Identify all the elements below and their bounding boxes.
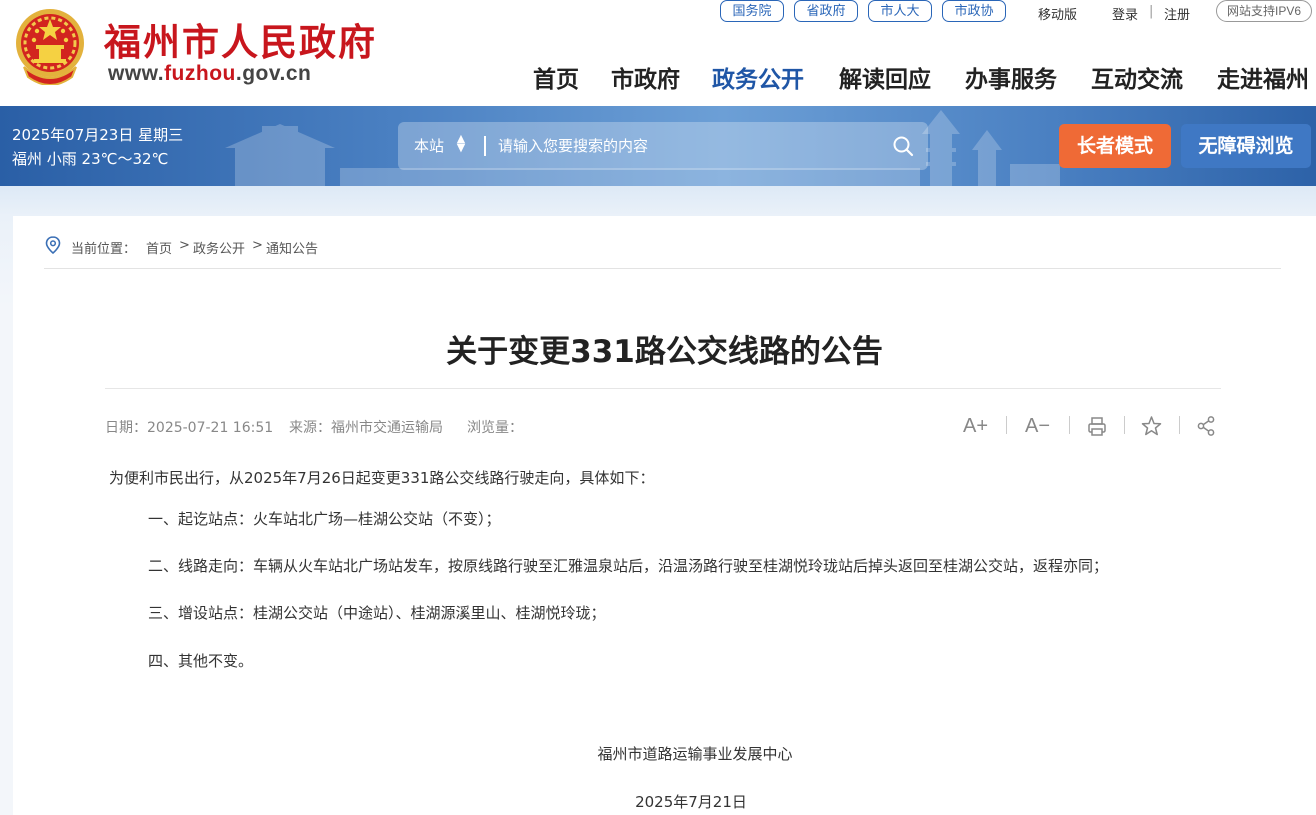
elder-mode-button[interactable]: 长者模式: [1059, 124, 1171, 168]
search-icon[interactable]: [892, 135, 914, 157]
font-decrease-button[interactable]: A−: [1025, 414, 1050, 438]
register-link[interactable]: 注册: [1164, 4, 1190, 23]
mobile-version-link[interactable]: 移动版: [1038, 4, 1077, 23]
article-item-2: 二、线路走向：车辆从火车站北广场站发车，按原线路行驶至汇雅温泉站后，沿温汤路行驶…: [148, 557, 1109, 575]
nav-interpretation[interactable]: 解读回应: [839, 60, 931, 94]
article-date: 日期：2025-07-21 16:51: [105, 417, 273, 437]
search-bar: 本站 ▲ ▼: [398, 122, 928, 170]
font-decrease-label: A−: [1025, 415, 1051, 437]
article-views: 浏览量：: [467, 420, 523, 436]
top-link-state-council[interactable]: 国务院: [720, 0, 784, 22]
search-divider: [484, 136, 486, 156]
breadcrumb-label: 当前位置：: [71, 242, 137, 257]
article-item-3: 三、增设站点：桂湖公交站（中途站）、桂湖源溪里山、桂湖悦玲珑；: [148, 604, 606, 622]
current-date: 2025年07月23日 星期三: [12, 126, 184, 144]
banner: 2025年07月23日 星期三 福州 小雨 23℃～32℃ 本站 ▲▼ 长者模式…: [0, 106, 1316, 186]
star-icon[interactable]: [1141, 414, 1162, 438]
nav-home[interactable]: 首页: [533, 60, 579, 94]
breadcrumb-separator: >: [179, 238, 190, 253]
article-intro: 为便利市民出行，从2025年7月26日起变更331路公交线路行驶走向，具体如下：: [109, 469, 655, 487]
date-value: 2025-07-21 16:51: [147, 420, 274, 436]
login-register-separator: |: [1149, 4, 1154, 19]
ipv6-badge: 网站支持IPV6: [1216, 0, 1312, 22]
weather-info: 福州 小雨 23℃～32℃: [12, 150, 169, 168]
domain-prefix: www.: [108, 62, 165, 85]
tool-separator: [1124, 416, 1125, 434]
domain-highlight: fuzhou: [164, 62, 236, 85]
nav-municipal-gov[interactable]: 市政府: [611, 60, 680, 94]
site-domain: www.fuzhou.gov.cn: [108, 62, 311, 86]
search-scope-select[interactable]: 本站: [414, 135, 444, 156]
breadcrumb-divider: [44, 268, 1281, 269]
tool-separator: [1006, 416, 1007, 434]
search-input[interactable]: [498, 132, 878, 160]
nav-services[interactable]: 办事服务: [965, 60, 1057, 94]
source-value: 福州市交通运输局: [331, 420, 443, 436]
article-title: 关于变更331路公交线路的公告: [446, 334, 883, 370]
article-sign-date: 2025年7月21日: [635, 793, 747, 811]
title-divider: [105, 388, 1221, 389]
nav-interaction[interactable]: 互动交流: [1091, 60, 1183, 94]
article-source: 来源：福州市交通运输局: [289, 417, 443, 437]
article-item-1: 一、起讫站点：火车站北广场—桂湖公交站（不变）；: [148, 510, 501, 528]
font-increase-label: A+: [963, 415, 989, 437]
breadcrumb-gov-affairs[interactable]: 政务公开: [193, 238, 245, 257]
printer-icon[interactable]: [1087, 414, 1107, 438]
source-label: 来源：: [289, 420, 331, 436]
site-header: 福州市人民政府 www.fuzhou.gov.cn 国务院 省政府 市人大 市政…: [0, 0, 1316, 106]
share-icon[interactable]: [1196, 414, 1216, 438]
login-link[interactable]: 登录: [1112, 4, 1138, 23]
site-title[interactable]: 福州市人民政府: [104, 12, 377, 66]
national-emblem-icon[interactable]: [14, 7, 86, 85]
accessibility-button[interactable]: 无障碍浏览: [1181, 124, 1311, 168]
domain-suffix: .gov.cn: [235, 62, 312, 85]
tool-separator: [1179, 416, 1180, 434]
nav-gov-affairs[interactable]: 政务公开: [712, 60, 804, 94]
font-increase-button[interactable]: A+: [963, 414, 988, 438]
article-item-4: 四、其他不变。: [148, 652, 254, 670]
date-label: 日期：: [105, 420, 147, 436]
article-signature: 福州市道路运输事业发展中心: [597, 745, 793, 763]
top-link-cppcc[interactable]: 市政协: [942, 0, 1006, 22]
top-link-municipal-congress[interactable]: 市人大: [868, 0, 932, 22]
nav-about-fuzhou[interactable]: 走进福州: [1217, 60, 1309, 94]
select-arrows-icon[interactable]: ▲ ▼: [456, 133, 466, 153]
tool-separator: [1069, 416, 1070, 434]
breadcrumb-home[interactable]: 首页: [146, 238, 172, 257]
article-container: 当前位置： 首页 > 政务公开 > 通知公告 关于变更331路公交线路的公告 日…: [13, 216, 1316, 815]
breadcrumb-separator: >: [252, 238, 263, 253]
top-link-provincial-gov[interactable]: 省政府: [794, 0, 858, 22]
breadcrumb-notices[interactable]: 通知公告: [266, 238, 318, 257]
location-pin-icon: [45, 236, 61, 255]
